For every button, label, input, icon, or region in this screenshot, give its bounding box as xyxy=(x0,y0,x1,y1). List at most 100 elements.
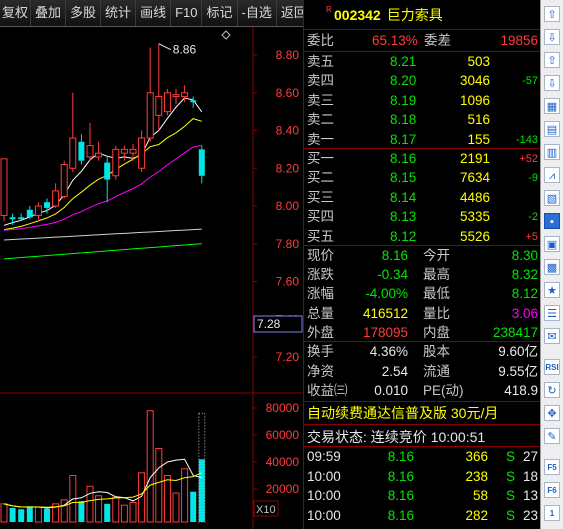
candle-body xyxy=(120,148,128,154)
pen-icon[interactable]: ✎ xyxy=(544,428,560,444)
stat-label: 内盘 xyxy=(423,324,450,340)
list-icon[interactable]: ☰ xyxy=(544,305,560,321)
toolbar-stats-button[interactable]: 统计 xyxy=(101,0,137,26)
max-price-pointer xyxy=(158,43,172,51)
star-icon[interactable]: ★ xyxy=(544,282,560,298)
buy-level-row: 买五 8.12 5526 +5 xyxy=(304,227,541,247)
chart-toolbar: 复权 叠加 多股 统计 画线 F10 标记 -自选 返回 xyxy=(0,0,312,27)
stat-label: 外盘 xyxy=(307,324,334,340)
candle-body xyxy=(69,137,77,169)
toolbar-f10-button[interactable]: F10 xyxy=(171,0,203,26)
toolbar-overlay-button[interactable]: 叠加 xyxy=(31,0,67,26)
stat-value: -4.00% xyxy=(365,286,408,302)
toolbar-mark-button[interactable]: 标记 xyxy=(202,0,238,26)
layers-icon[interactable]: ▩ xyxy=(544,259,560,275)
rsi-icon[interactable]: RSI xyxy=(544,359,560,375)
candle-body xyxy=(34,205,42,216)
sell-level-label: 卖一 xyxy=(307,131,334,147)
sell-level-row: 卖五 8.21 503 xyxy=(304,52,541,72)
grid-icon[interactable]: ▤ xyxy=(544,121,560,137)
stat-value: 8.30 xyxy=(511,248,538,263)
table-icon[interactable]: ▦ xyxy=(544,98,560,114)
candle-body xyxy=(78,141,85,161)
finance-value: 418.9 xyxy=(504,383,538,398)
sell-level-price: 8.21 xyxy=(390,54,417,69)
kline-chart-area[interactable]: 8.86 8.808.608.408.208.007.807.607.407.2… xyxy=(0,27,303,529)
volume-bar xyxy=(18,509,25,522)
stat-row: 涨跌 -0.34 最高 8.32 xyxy=(304,265,541,285)
sell-level-price: 8.18 xyxy=(390,112,417,128)
scroll-up-icon[interactable]: ⇧ xyxy=(544,52,560,68)
buy-level-volume: 5335 xyxy=(459,209,490,225)
multi-chart-icon[interactable]: ▧ xyxy=(544,190,560,206)
tick-volume: 58 xyxy=(472,488,488,503)
refresh-icon[interactable]: ↻ xyxy=(544,382,560,398)
candle-body xyxy=(181,92,189,98)
f5-icon[interactable]: F5 xyxy=(544,459,560,475)
stat-row: 外盘 178095 内盘 238417 xyxy=(304,323,541,343)
toolbar-fuquan-button[interactable]: 复权 xyxy=(0,0,32,26)
tick-row: 10:00 8.16 282 S 23 xyxy=(304,506,541,526)
tick-volume: 282 xyxy=(465,507,488,523)
candle-body xyxy=(129,148,137,154)
toolbar-drawline-button[interactable]: 画线 xyxy=(136,0,172,26)
mail-icon[interactable]: ✉ xyxy=(544,328,560,344)
tick-time: 10:00 xyxy=(307,525,341,529)
move-icon[interactable]: ✥ xyxy=(544,405,560,421)
volume-axis-label: 40000 xyxy=(266,455,300,469)
stat-row: 涨幅 -4.00% 最低 8.12 xyxy=(304,284,541,304)
candle-body xyxy=(163,92,171,113)
volume-bar xyxy=(190,491,197,522)
buy-level-price: 8.13 xyxy=(390,209,417,225)
sell-level-volume: 503 xyxy=(467,54,490,69)
stat-value: 238417 xyxy=(492,324,538,340)
scroll-down-icon[interactable]: ⇩ xyxy=(544,75,560,91)
volume-bar xyxy=(198,459,205,522)
f10-icon[interactable]: ▪ xyxy=(544,213,560,229)
stat-value: 8.16 xyxy=(381,248,408,263)
toolbar-multistock-button[interactable]: 多股 xyxy=(66,0,102,26)
volume-bar xyxy=(104,503,111,522)
candle-body xyxy=(146,92,154,139)
finance-value: 9.60亿 xyxy=(498,344,538,359)
subscription-ad-link[interactable]: 自动续费通达信普及版 30元/月 xyxy=(307,403,498,423)
finance-label: 股本 xyxy=(423,344,450,359)
buy-level-label: 买二 xyxy=(307,170,334,186)
arrow-down-icon[interactable]: ⇩ xyxy=(544,29,560,45)
finance-label: 换手 xyxy=(307,344,334,359)
finance-label: PE(动) xyxy=(423,383,464,398)
price-axis-label: 7.20 xyxy=(276,350,300,364)
candle-body xyxy=(155,96,163,116)
candle-body xyxy=(60,163,68,198)
buy-level-change: -2 xyxy=(528,211,538,224)
price-axis-label: 8.40 xyxy=(276,124,300,138)
tick-price: 8.16 xyxy=(387,488,414,503)
sell-level-price: 8.19 xyxy=(390,92,417,108)
toolbar-watchlist-button[interactable]: -自选 xyxy=(237,0,277,26)
volume-bar xyxy=(112,496,120,523)
tick-volume: 220 xyxy=(465,525,488,529)
stat-label: 最高 xyxy=(423,267,450,283)
candle-body xyxy=(18,217,25,220)
candle-chart-icon[interactable]: ▥ xyxy=(544,144,560,160)
tick-side: S xyxy=(505,449,515,464)
sell-level-volume: 155 xyxy=(467,131,490,147)
stat-label: 总量 xyxy=(307,305,334,321)
kline-chart-svg[interactable]: 8.86 8.808.608.408.208.007.807.607.407.2… xyxy=(0,27,303,529)
volume-bar xyxy=(129,502,137,523)
arrow-up-icon[interactable]: ⇧ xyxy=(544,6,560,22)
f6-icon[interactable]: F6 xyxy=(544,482,560,498)
number-1-icon[interactable]: 1 xyxy=(544,505,560,521)
current-price-tag-text: 7.28 xyxy=(257,317,281,331)
tick-count: 27 xyxy=(522,449,538,464)
volume-bar xyxy=(155,448,163,523)
sell-level-row: 卖二 8.18 516 xyxy=(304,110,541,130)
tick-row: 10:00 8.17 220 B 21 xyxy=(304,525,541,529)
line-chart-icon[interactable]: ⩘ xyxy=(544,167,560,183)
stat-label: 涨跌 xyxy=(307,267,334,283)
tick-count: 18 xyxy=(522,468,538,484)
calendar-icon[interactable]: ▣ xyxy=(544,236,560,252)
finance-label: 净资 xyxy=(307,363,334,379)
quote-panel: R 002342 巨力索具 委比 65.13% 委差 19856 卖五 8.21 5… xyxy=(303,0,541,529)
ma60-line xyxy=(3,243,202,260)
